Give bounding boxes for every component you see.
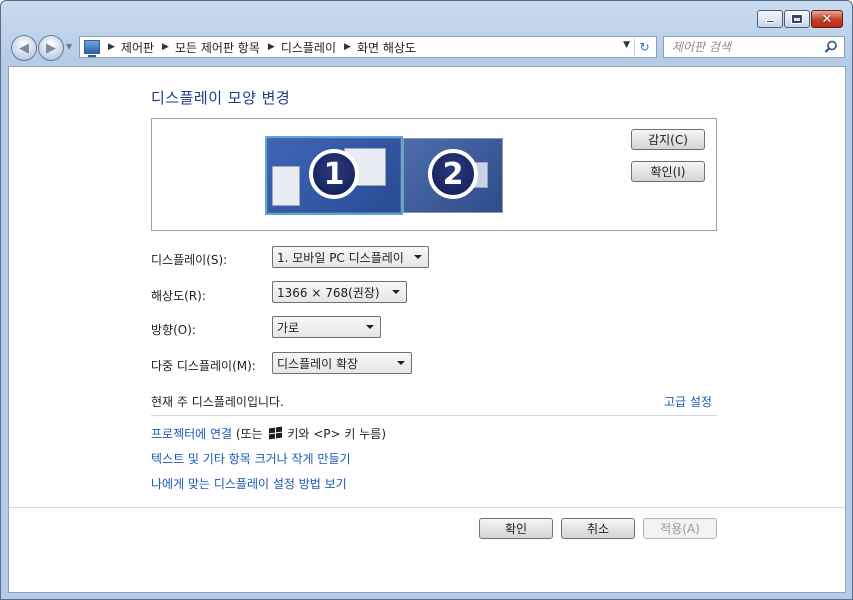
chevron-down-icon bbox=[397, 361, 405, 365]
orientation-label: 방향(O): bbox=[151, 323, 196, 337]
page-title: 디스플레이 모양 변경 bbox=[151, 89, 291, 107]
search-input[interactable] bbox=[672, 40, 822, 54]
multiple-displays-label: 다중 디스플레이(M): bbox=[151, 359, 256, 373]
title-bar[interactable]: ✕ bbox=[1, 1, 852, 33]
resolution-select-value: 1366 × 768(권장) bbox=[277, 285, 380, 300]
resolution-select[interactable]: 1366 × 768(권장) bbox=[272, 281, 407, 303]
display-select[interactable]: 1. 모바일 PC 디스플레이 bbox=[272, 246, 429, 268]
text-size-link[interactable]: 텍스트 및 기타 항목 크거나 작게 만들기 bbox=[151, 450, 351, 467]
orientation-select[interactable]: 가로 bbox=[272, 316, 381, 338]
multiple-displays-select-value: 디스플레이 확장 bbox=[277, 356, 359, 371]
multiple-displays-select[interactable]: 디스플레이 확장 bbox=[272, 352, 412, 374]
address-bar[interactable]: ▶ 제어판 ▶ 모든 제어판 항목 ▶ 디스플레이 ▶ 화면 해상도 ▼ ↻ bbox=[79, 36, 657, 58]
close-button[interactable]: ✕ bbox=[811, 10, 843, 28]
forward-button[interactable]: ▶ bbox=[38, 35, 64, 61]
refresh-icon[interactable]: ↻ bbox=[634, 38, 654, 56]
windows-key-icon bbox=[268, 426, 282, 440]
divider bbox=[151, 415, 717, 416]
recent-pages-dropdown[interactable]: ▼ bbox=[66, 42, 72, 51]
monitor-1-window-thumbnail bbox=[272, 166, 300, 206]
ok-button[interactable]: 확인 bbox=[479, 518, 553, 539]
forward-arrow-icon: ▶ bbox=[46, 40, 56, 56]
breadcrumb-display[interactable]: 디스플레이 bbox=[281, 39, 336, 56]
display-select-value: 1. 모바일 PC 디스플레이 bbox=[277, 250, 404, 265]
close-icon: ✕ bbox=[821, 11, 833, 27]
maximize-button[interactable] bbox=[784, 10, 810, 28]
navigation-bar: ◀ ▶ ▼ ▶ 제어판 ▶ 모든 제어판 항목 ▶ 디스플레이 ▶ 화면 해상도… bbox=[7, 33, 847, 61]
chevron-down-icon bbox=[414, 255, 422, 259]
apply-button[interactable]: 적용(A) bbox=[643, 518, 717, 539]
search-box[interactable] bbox=[663, 36, 845, 58]
minimize-icon bbox=[765, 20, 775, 23]
maximize-icon bbox=[791, 14, 803, 24]
identify-button[interactable]: 확인(I) bbox=[631, 161, 705, 182]
monitor-arrangement-panel: 1 2 감지(C) 확인(I) bbox=[151, 118, 717, 231]
projector-hint-suffix: 키와 <P> 키 누름) bbox=[283, 427, 387, 441]
minimize-button[interactable] bbox=[757, 10, 783, 28]
back-button[interactable]: ◀ bbox=[11, 35, 37, 61]
breadcrumb-separator-icon[interactable]: ▶ bbox=[162, 42, 169, 52]
chevron-down-icon bbox=[392, 290, 400, 294]
content-area: 디스플레이 모양 변경 1 2 감지(C) 확인(I) 디스플레이(S): 1.… bbox=[8, 66, 846, 593]
advanced-settings-link[interactable]: 고급 설정 bbox=[664, 393, 712, 410]
resolution-label: 해상도(R): bbox=[151, 289, 206, 303]
primary-display-status: 현재 주 디스플레이입니다. bbox=[151, 395, 284, 409]
display-label: 디스플레이(S): bbox=[151, 253, 228, 267]
window-frame: ✕ ◀ ▶ ▼ ▶ 제어판 ▶ 모든 제어판 항목 ▶ 디스플레이 ▶ 화면 해… bbox=[0, 0, 853, 600]
connect-projector-link[interactable]: 프로젝터에 연결 bbox=[151, 427, 232, 441]
window-controls: ✕ bbox=[756, 10, 843, 28]
monitor-2[interactable]: 2 bbox=[403, 138, 503, 213]
monitor-number-badge: 1 bbox=[309, 149, 359, 199]
projector-hint-prefix: (또는 bbox=[232, 427, 267, 441]
back-arrow-icon: ◀ bbox=[19, 40, 29, 56]
breadcrumb-control-panel[interactable]: 제어판 bbox=[121, 39, 154, 56]
breadcrumb-separator-icon[interactable]: ▶ bbox=[108, 42, 115, 52]
display-help-link[interactable]: 나에게 맞는 디스플레이 설정 방법 보기 bbox=[151, 475, 347, 492]
address-dropdown-icon[interactable]: ▼ bbox=[623, 40, 630, 50]
footer-divider bbox=[9, 507, 845, 508]
detect-button[interactable]: 감지(C) bbox=[631, 129, 705, 150]
monitor-1[interactable]: 1 bbox=[265, 136, 403, 215]
breadcrumb-all-items[interactable]: 모든 제어판 항목 bbox=[175, 39, 260, 56]
cancel-button[interactable]: 취소 bbox=[561, 518, 635, 539]
breadcrumb-screen-resolution[interactable]: 화면 해상도 bbox=[357, 39, 416, 56]
search-icon[interactable] bbox=[824, 40, 838, 54]
breadcrumb-separator-icon[interactable]: ▶ bbox=[344, 42, 351, 52]
projector-row: 프로젝터에 연결 (또는 키와 <P> 키 누름) bbox=[151, 425, 386, 442]
orientation-select-value: 가로 bbox=[277, 320, 300, 335]
monitor-number-badge: 2 bbox=[428, 149, 478, 199]
control-panel-icon bbox=[84, 40, 100, 57]
chevron-down-icon bbox=[366, 325, 374, 329]
breadcrumb-separator-icon[interactable]: ▶ bbox=[268, 42, 275, 52]
